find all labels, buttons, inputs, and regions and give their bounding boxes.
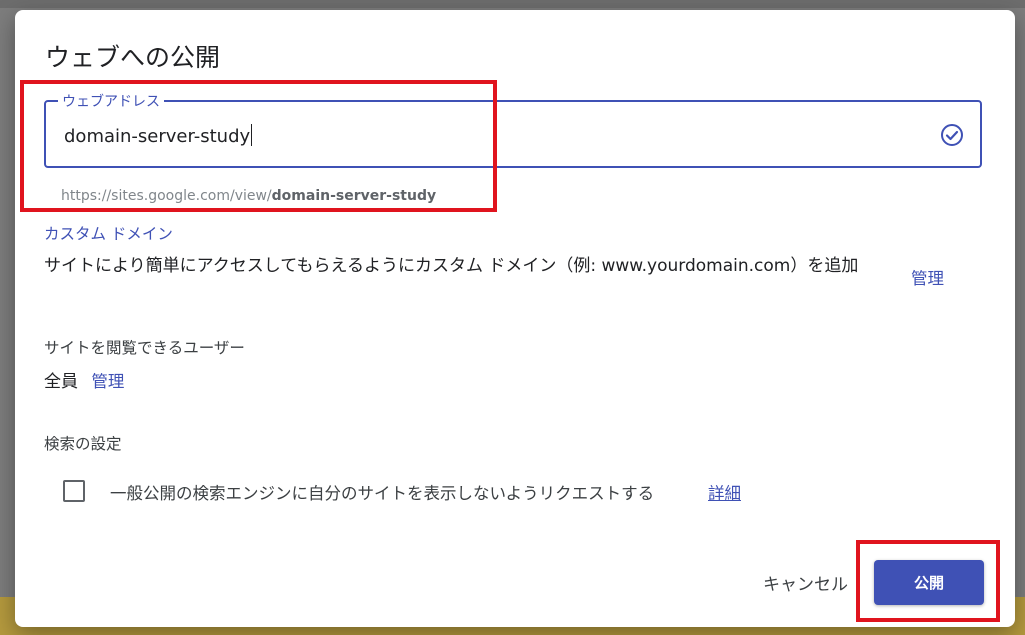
- hide-from-search-checkbox[interactable]: [63, 480, 85, 502]
- backdrop: [0, 0, 1025, 8]
- publish-dialog: ウェブへの公開 ウェブアドレス domain-server-study http…: [15, 10, 1015, 627]
- publish-button[interactable]: 公開: [874, 560, 984, 605]
- viewers-manage-link[interactable]: 管理: [91, 372, 124, 391]
- web-address-label: ウェブアドレス: [58, 91, 164, 111]
- viewers-heading: サイトを閲覧できるユーザー: [44, 339, 245, 357]
- check-circle-icon: [941, 124, 963, 146]
- hide-from-search-label: 一般公開の検索エンジンに自分のサイトを表示しないようリクエストする: [110, 484, 655, 503]
- url-preview: https://sites.google.com/view/domain-ser…: [61, 188, 436, 204]
- web-address-field[interactable]: ウェブアドレス domain-server-study: [44, 91, 982, 168]
- learn-more-link[interactable]: 詳細: [708, 480, 741, 504]
- custom-domain-title: カスタム ドメイン: [44, 225, 173, 243]
- search-settings-heading: 検索の設定: [44, 435, 122, 453]
- custom-domain-description: サイトにより簡単にアクセスしてもらえるようにカスタム ドメイン（例: www.y…: [44, 256, 859, 276]
- cancel-button[interactable]: キャンセル: [763, 570, 848, 595]
- url-preview-slug: domain-server-study: [271, 188, 437, 204]
- viewers-row: 全員 管理: [44, 367, 124, 392]
- viewers-value: 全員: [44, 372, 78, 392]
- web-address-input[interactable]: domain-server-study: [64, 124, 252, 147]
- custom-domain-manage-link[interactable]: 管理: [911, 265, 944, 289]
- dialog-title: ウェブへの公開: [45, 43, 221, 72]
- url-preview-prefix: https://sites.google.com/view/: [61, 188, 272, 204]
